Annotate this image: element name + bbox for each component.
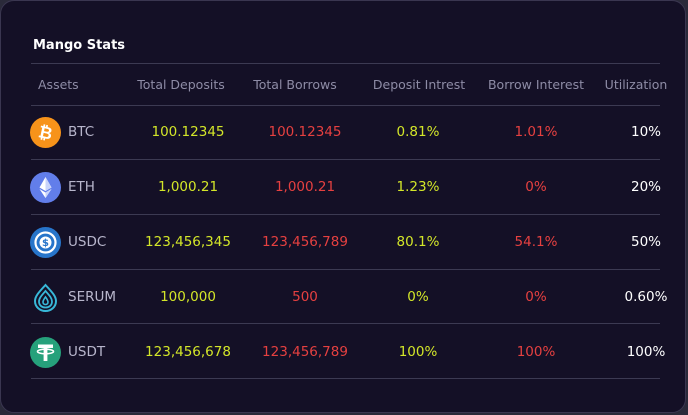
- deposit-interest: 80.1%: [396, 234, 440, 250]
- divider: [31, 269, 660, 270]
- total-borrows: 123,456,789: [262, 234, 348, 250]
- asset-name: SERUM: [68, 289, 117, 305]
- divider: [31, 105, 660, 106]
- divider: [31, 378, 660, 379]
- total-deposits: 100,000: [160, 289, 216, 305]
- total-deposits: 1,000.21: [157, 179, 219, 195]
- divider: [31, 214, 660, 215]
- header-assets: Assets: [38, 77, 79, 92]
- bitcoin-icon: ₿: [30, 117, 61, 148]
- total-deposits: 123,456,678: [145, 344, 231, 360]
- total-borrows: 1,000.21: [274, 179, 336, 195]
- card-title: Mango Stats: [33, 38, 126, 53]
- divider: [31, 159, 660, 160]
- svg-text:₿: ₿: [36, 122, 54, 144]
- total-borrows: 500: [292, 289, 318, 305]
- utilization: 20%: [630, 179, 662, 195]
- header-deposit-interest: Deposit Intrest: [372, 77, 466, 92]
- svg-text:$: $: [42, 238, 49, 249]
- borrow-interest: 54.1%: [514, 234, 558, 250]
- asset-name: USDT: [68, 344, 106, 360]
- divider: [31, 63, 660, 64]
- borrow-interest: 100%: [516, 344, 556, 360]
- deposit-interest: 1.23%: [396, 179, 440, 195]
- serum-icon: [30, 282, 61, 313]
- total-deposits: 100.12345: [151, 124, 225, 140]
- borrow-interest: 0%: [525, 289, 547, 305]
- mango-stats-card: Mango Stats Assets Total Deposits Total …: [0, 0, 686, 413]
- deposit-interest: 100%: [398, 344, 438, 360]
- asset-name: USDC: [68, 234, 107, 250]
- header-utilization: Utilization: [604, 77, 668, 92]
- utilization: 100%: [626, 344, 666, 360]
- asset-name: BTC: [68, 124, 95, 140]
- utilization: 10%: [630, 124, 662, 140]
- borrow-interest: 1.01%: [514, 124, 558, 140]
- total-borrows: 123,456,789: [262, 344, 348, 360]
- total-deposits: 123,456,345: [145, 234, 231, 250]
- asset-name: ETH: [68, 179, 95, 195]
- header-total-borrows: Total Borrows: [253, 77, 337, 92]
- borrow-interest: 0%: [525, 179, 547, 195]
- usdc-icon: $: [30, 227, 61, 258]
- utilization: 50%: [630, 234, 662, 250]
- ethereum-icon: [30, 172, 61, 203]
- deposit-interest: 0.81%: [396, 124, 440, 140]
- divider: [31, 323, 660, 324]
- header-borrow-interest: Borrow Interest: [487, 77, 585, 92]
- deposit-interest: 0%: [407, 289, 429, 305]
- header-total-deposits: Total Deposits: [137, 77, 225, 92]
- utilization: 0.60%: [624, 289, 668, 305]
- total-borrows: 100.12345: [268, 124, 342, 140]
- tether-icon: [30, 337, 61, 368]
